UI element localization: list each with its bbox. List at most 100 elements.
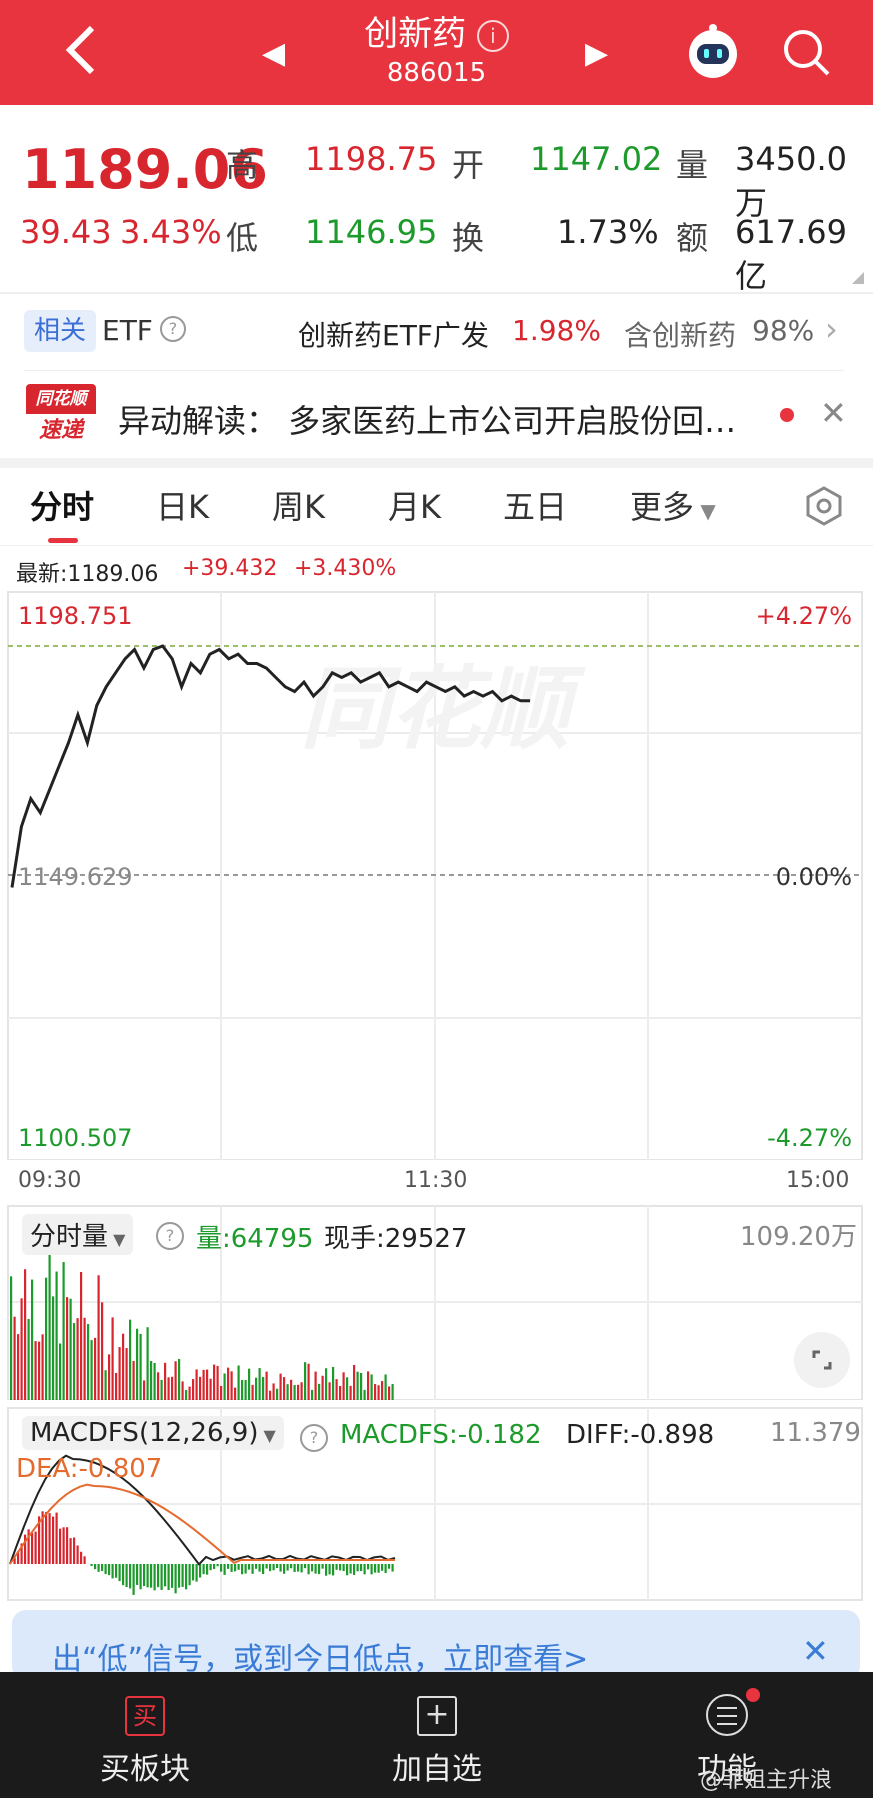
volume-bar <box>227 1367 230 1400</box>
volume-bar <box>216 1365 219 1400</box>
latest-label: 最新:1189.06 <box>16 562 159 587</box>
volume-bar <box>111 1317 114 1400</box>
volume-bar <box>38 1341 41 1400</box>
macd-bar <box>188 1564 191 1586</box>
macd-bar <box>76 1545 79 1564</box>
intraday-chart[interactable]: 同花顺 1198.751 1149.629 1100.507 +4.27% 0.… <box>0 590 873 1160</box>
help-icon[interactable]: ? <box>156 1222 184 1250</box>
volume-bar <box>279 1373 282 1400</box>
volume-bar <box>185 1390 188 1400</box>
pct-axis-mid: 0.00% <box>776 863 852 891</box>
volume-bar <box>52 1296 55 1400</box>
volume-bar <box>258 1368 261 1400</box>
volume-bar <box>13 1316 16 1400</box>
buy-icon: 买 <box>125 1696 165 1736</box>
macd-bar <box>62 1527 65 1564</box>
volume-bar <box>83 1317 86 1400</box>
etf-name: 创新药ETF广发 <box>298 319 489 352</box>
y-axis-mid: 1149.629 <box>18 863 133 891</box>
macd-bar <box>220 1564 223 1572</box>
macd-bar <box>108 1564 111 1576</box>
volume-bar <box>265 1371 268 1400</box>
news-row[interactable]: 同花顺 速递 异动解读： 多家医药上市公司开启股份回… ✕ <box>0 376 873 460</box>
macd-bar <box>227 1564 230 1569</box>
turnover-label: 换 <box>452 219 485 257</box>
etf-contain-label: 含创新药 <box>624 319 737 352</box>
volume-bar <box>391 1383 394 1400</box>
volume-bar <box>276 1388 279 1400</box>
macd-bar <box>101 1564 104 1572</box>
macd-bar <box>356 1564 359 1572</box>
etf-tag: 相关 <box>24 310 96 352</box>
volume-bar <box>321 1375 324 1400</box>
tab-intraday[interactable]: 分时 <box>30 482 94 528</box>
volume-bar <box>132 1360 135 1400</box>
macd-bar <box>241 1564 244 1575</box>
macd-bar <box>178 1564 181 1588</box>
amount-label: 额 <box>676 219 709 257</box>
expand-corner-icon[interactable] <box>852 272 864 284</box>
low-value: 1146.95 <box>305 213 438 251</box>
volume-value: 3450.0万 <box>735 140 847 222</box>
tab-monthly-k[interactable]: 月K <box>388 482 441 528</box>
macd-bar <box>160 1564 163 1590</box>
y-axis-bottom: 1100.507 <box>18 1124 133 1152</box>
macd-bar <box>153 1564 156 1591</box>
macd-bar <box>59 1528 62 1564</box>
volume-bar <box>234 1387 237 1400</box>
volume-bar <box>244 1380 247 1400</box>
next-stock-icon[interactable]: ▶ <box>585 36 608 71</box>
tab-weekly-k[interactable]: 周K <box>272 482 325 528</box>
price-change: 39.43 <box>20 213 112 251</box>
volume-bar <box>108 1354 111 1400</box>
macd-bar <box>192 1564 195 1581</box>
macd-bar <box>216 1564 219 1567</box>
signal-banner[interactable]: 出“低”信号，或到今日低点，立即查看> ✕ <box>12 1610 860 1680</box>
assistant-robot-icon[interactable] <box>683 22 743 82</box>
menu-icon <box>706 1694 748 1736</box>
macd-bar <box>115 1564 118 1578</box>
info-icon[interactable]: i <box>476 19 509 52</box>
help-icon[interactable]: ? <box>160 316 186 342</box>
volume-bar <box>272 1383 275 1400</box>
chevron-right-icon[interactable]: › <box>825 310 838 348</box>
macd-bar <box>388 1564 391 1569</box>
macd-bar <box>300 1564 303 1573</box>
volume-bar <box>17 1334 20 1400</box>
volume-bar <box>286 1384 289 1400</box>
volume-bar <box>129 1319 132 1400</box>
macd-bar <box>206 1564 209 1575</box>
volume-bar <box>157 1372 160 1400</box>
macd-indicator-select[interactable]: MACDFS(12,26,9) ▼ <box>22 1416 284 1450</box>
volume-bar <box>146 1327 149 1400</box>
volume-indicator-select[interactable]: 分时量 ▼ <box>22 1214 134 1255</box>
tab-more[interactable]: 更多 ▼ <box>630 482 716 528</box>
help-icon[interactable]: ? <box>300 1424 328 1452</box>
macd-bar <box>164 1564 167 1587</box>
volume-bar <box>220 1385 223 1400</box>
volume-bar <box>181 1381 184 1400</box>
buy-sector-button[interactable]: 买 买板块 <box>80 1686 210 1792</box>
settings-hex-icon[interactable] <box>804 486 844 526</box>
volume-bar <box>101 1302 104 1400</box>
add-watchlist-button[interactable]: + 加自选 <box>372 1686 502 1792</box>
y-axis-top: 1198.751 <box>18 602 133 630</box>
fullscreen-button[interactable] <box>794 1332 850 1388</box>
tab-five-day[interactable]: 五日 <box>503 482 567 528</box>
tab-daily-k[interactable]: 日K <box>156 482 209 528</box>
macd-bar <box>272 1564 275 1571</box>
close-icon[interactable]: ✕ <box>820 394 847 432</box>
volume-bar <box>87 1323 90 1400</box>
macd-bar <box>251 1564 254 1574</box>
price-change-pct: 3.43% <box>120 213 222 251</box>
search-icon[interactable] <box>780 26 832 78</box>
volume-label: 量 <box>676 146 709 184</box>
macd-bar <box>171 1564 174 1588</box>
macd-bar <box>244 1564 247 1574</box>
macd-bar <box>34 1531 37 1564</box>
volume-bar <box>230 1371 233 1400</box>
close-icon[interactable]: ✕ <box>802 1632 829 1670</box>
volume-bar <box>360 1373 363 1400</box>
volume-bar <box>24 1269 27 1400</box>
etf-row[interactable]: 相关 ETF ? 创新药ETF广发 1.98% 含创新药 98% › <box>0 296 873 368</box>
